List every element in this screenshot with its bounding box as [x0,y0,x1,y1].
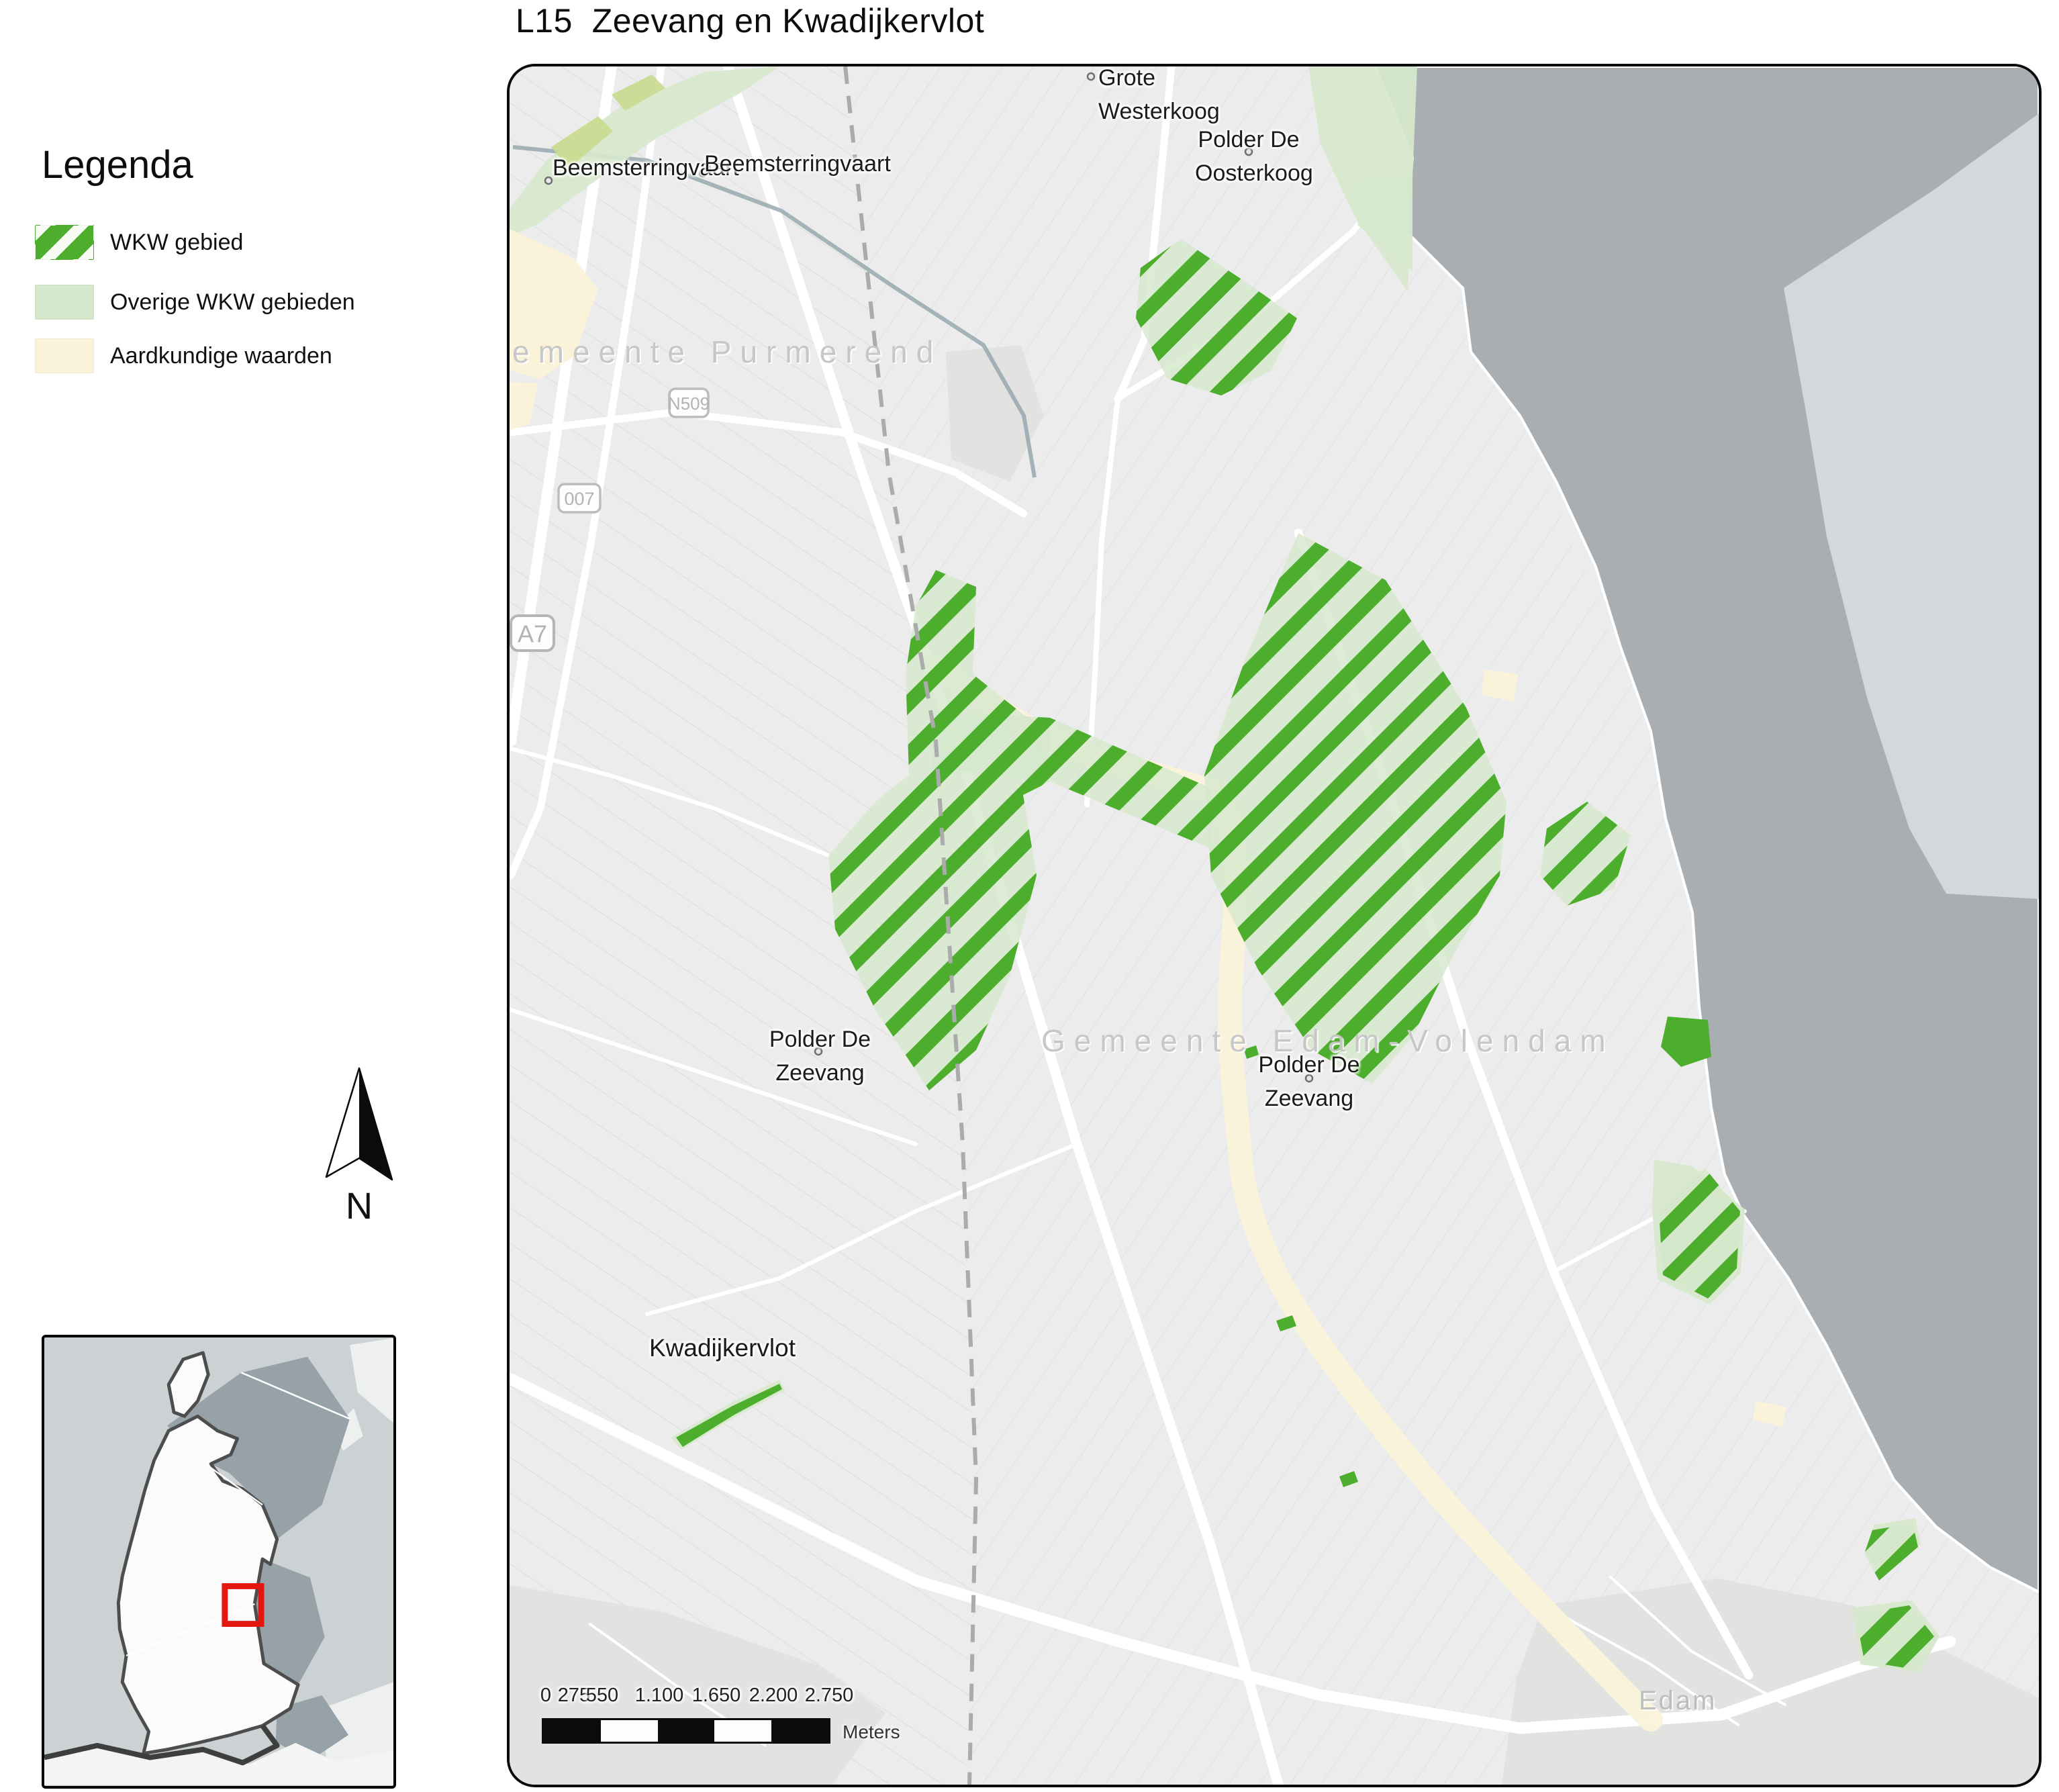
scale-tick: 2.750 [805,1685,854,1707]
locator-map-canvas [44,1337,393,1786]
road-shield-a7: A7 [511,616,554,651]
scale-tick: 0 [540,1685,551,1707]
scale-unit-label: Meters [843,1722,900,1743]
legend-item-overige-wkw: Overige WKW gebieden [35,285,355,320]
scale-bar: 0 275 550 1.100 1.650 2.200 2.750 Meters [542,1685,918,1752]
legend-heading: Legenda [42,142,193,187]
north-label: N [314,1184,404,1227]
main-map: N509 007 A7 Grote Westerkoo [507,64,2042,1787]
road-shield-n509: N509 [668,389,710,417]
north-arrow: N [314,1064,408,1225]
shield-label: 007 [564,489,594,509]
overige-wkw-swatch-icon [35,285,94,320]
scale-bar-segments [542,1718,830,1744]
shield-label: A7 [518,620,547,648]
legend-item-label: Overige WKW gebieden [110,289,355,316]
wkw-hatch-swatch-icon [35,225,94,260]
scale-tick: 2.200 [749,1685,798,1707]
label-polder-de-zeevang-west: Polder De Zeevang [761,1023,879,1090]
legend-item-label: Aardkundige waarden [110,343,332,369]
locator-inset-map [42,1335,396,1789]
legend-item-wkw-gebied: WKW gebied [35,225,243,260]
scale-tick: 1.650 [692,1685,741,1707]
legend-item-aardkundige: Aardkundige waarden [35,338,332,373]
label-gemeente-edam-volendam: Gemeente Edam-Volendam [1041,1023,1615,1059]
label-kwadijkervlot: Kwadijkervlot [649,1331,796,1365]
page-title: L15 Zeevang en Kwadijkervlot [516,1,984,40]
label-grote-westerkoog: Grote Westerkoog [1098,64,1220,128]
north-arrow-icon [314,1064,404,1185]
road-shield-007: 007 [559,484,600,512]
label-edam: Edam [1639,1686,1717,1716]
label-beemsterringvaart-east: Beemsterringvaart [704,147,891,181]
map-document-page: L15 Zeevang en Kwadijkervlot Legenda WKW… [0,0,2059,1792]
label-polder-de-oosterkoog: Polder De Oosterkoog [1195,123,1302,190]
shield-label: N509 [668,393,710,414]
scale-tick: 1.100 [635,1685,684,1707]
aardkundige-swatch-icon [35,338,94,373]
map-canvas: N509 007 A7 [510,66,2039,1785]
legend-item-label: WKW gebied [110,230,243,256]
scale-tick: 550 [586,1685,618,1707]
label-gemeente-purmerend: emeente Purmerend [512,334,942,370]
